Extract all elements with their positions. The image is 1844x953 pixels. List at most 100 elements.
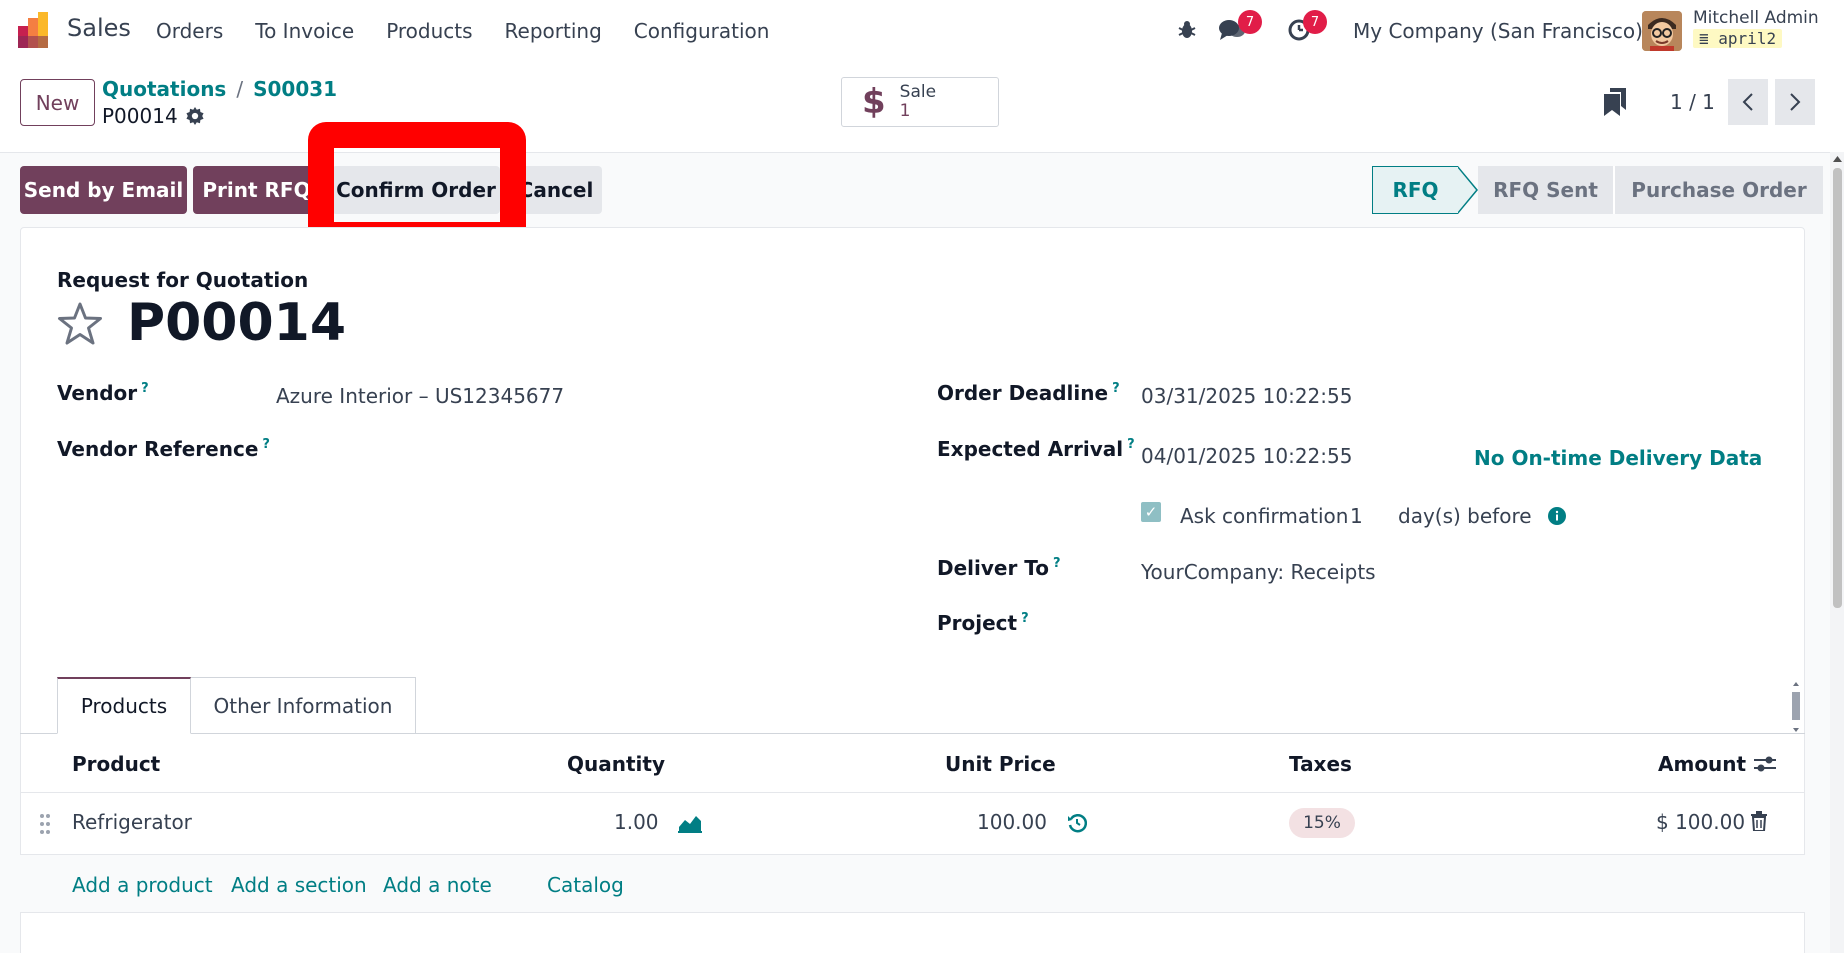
document-name: P00014 [127, 293, 347, 353]
sale-smart-button[interactable]: $ Sale 1 [841, 77, 999, 127]
dollar-icon: $ [862, 82, 886, 122]
days-before-label: day(s) before [1398, 504, 1532, 528]
menu-reporting[interactable]: Reporting [505, 19, 602, 43]
vendor-reference-label: Vendor Reference? [57, 437, 270, 461]
info-icon[interactable] [1548, 507, 1566, 525]
cell-quantity[interactable]: 1.00 [614, 810, 659, 834]
on-time-delivery-link[interactable]: No On-time Delivery Data [1474, 446, 1762, 470]
tax-badge[interactable]: 15% [1289, 808, 1355, 838]
ask-confirmation-checkbox[interactable]: ✓ [1141, 502, 1161, 522]
scroll-up-arrow-icon[interactable] [1833, 155, 1842, 163]
database-name: april2 [1718, 29, 1777, 48]
help-mark[interactable]: ? [1127, 437, 1135, 452]
stage-rfq-arrow [1457, 166, 1478, 214]
cell-product[interactable]: Refrigerator [72, 810, 192, 834]
drag-handle-icon[interactable] [39, 813, 51, 835]
smart-button-label: Sale [899, 82, 937, 102]
ask-confirmation-days-field[interactable]: 1 [1350, 504, 1363, 528]
column-product[interactable]: Product [72, 752, 160, 776]
gear-icon[interactable] [186, 107, 204, 125]
chevron-left-icon [1742, 93, 1753, 111]
company-switcher[interactable]: My Company (San Francisco) [1353, 19, 1643, 43]
stage-rfq-sent[interactable]: RFQ Sent [1478, 166, 1613, 214]
expected-arrival-label-text: Expected Arrival [937, 437, 1124, 461]
column-taxes[interactable]: Taxes [1289, 752, 1352, 776]
menu-configuration[interactable]: Configuration [634, 19, 770, 43]
add-row-divider [20, 912, 1805, 913]
app-name[interactable]: Sales [67, 14, 131, 42]
tab-other-information[interactable]: Other Information [191, 677, 416, 734]
header-divider [20, 792, 1805, 793]
breadcrumb: Quotations / S00031 [102, 77, 337, 101]
order-deadline-label-text: Order Deadline [937, 381, 1109, 405]
record-name-text: P00014 [102, 104, 178, 128]
vendor-label: Vendor? [57, 381, 149, 405]
breadcrumb-separator: / [236, 77, 244, 101]
form-title: Request for Quotation [57, 268, 309, 292]
order-deadline-label: Order Deadline? [937, 381, 1120, 405]
history-icon[interactable] [1067, 813, 1087, 833]
optional-columns-icon[interactable] [1754, 754, 1776, 774]
database-icon: ≣ [1699, 29, 1709, 48]
column-amount[interactable]: Amount [1658, 752, 1746, 776]
new-button[interactable]: New [20, 79, 95, 126]
menu-orders[interactable]: Orders [156, 19, 223, 43]
help-mark[interactable]: ? [1112, 381, 1120, 396]
chevron-right-icon [1790, 93, 1801, 111]
column-quantity[interactable]: Quantity [567, 752, 665, 776]
user-name[interactable]: Mitchell Admin [1693, 8, 1819, 28]
vendor-reference-field[interactable] [276, 428, 876, 462]
pager-next-button[interactable] [1775, 79, 1815, 125]
deliver-to-field[interactable]: YourCompany: Receipts [1141, 560, 1376, 584]
pager-previous-button[interactable] [1728, 79, 1768, 125]
breadcrumb-order[interactable]: S00031 [253, 77, 337, 101]
help-mark[interactable]: ? [1021, 611, 1029, 626]
print-rfq-button[interactable]: Print RFQ [193, 166, 320, 214]
stage-rfq[interactable]: RFQ [1372, 166, 1458, 214]
deliver-to-label: Deliver To? [937, 556, 1061, 580]
activities-count-badge: 7 [1303, 10, 1327, 34]
cell-amount: $ 100.00 [1656, 810, 1746, 834]
page-scroll-thumb[interactable] [1833, 168, 1842, 608]
menu-to-invoice[interactable]: To Invoice [255, 19, 354, 43]
database-badge: ≣ april2 [1693, 29, 1783, 48]
column-unit-price[interactable]: Unit Price [945, 752, 1056, 776]
user-avatar[interactable] [1642, 11, 1682, 51]
status-bar: RFQ RFQ Sent Purchase Order [1372, 166, 1823, 214]
help-mark[interactable]: ? [262, 437, 270, 452]
bookmark-icon[interactable] [1604, 88, 1626, 116]
order-deadline-field[interactable]: 03/31/2025 10:22:55 [1141, 384, 1352, 408]
deliver-to-label-text: Deliver To [937, 556, 1050, 580]
trash-icon[interactable] [1751, 811, 1767, 831]
vendor-field[interactable]: Azure Interior – US12345677 [276, 384, 564, 408]
main-menu: Orders To Invoice Products Reporting Con… [156, 19, 801, 43]
add-note-link[interactable]: Add a note [383, 873, 492, 897]
catalog-link[interactable]: Catalog [547, 873, 624, 897]
sales-app-icon[interactable] [18, 12, 54, 48]
record-name: P00014 [102, 104, 204, 128]
star-icon[interactable] [57, 302, 103, 346]
add-product-link[interactable]: Add a product [72, 873, 213, 897]
tab-scroll-indicator[interactable] [1790, 680, 1802, 734]
breadcrumb-quotations[interactable]: Quotations [102, 77, 226, 101]
top-navbar: Sales Orders To Invoice Products Reporti… [0, 0, 1844, 60]
ask-confirmation-label: Ask confirmation [1180, 504, 1349, 528]
forecast-chart-icon[interactable] [678, 813, 702, 833]
expected-arrival-field[interactable]: 04/01/2025 10:22:55 [1141, 444, 1352, 468]
smart-button-value: 1 [899, 101, 911, 121]
messages-count-badge: 7 [1238, 10, 1262, 34]
project-label-text: Project [937, 611, 1018, 635]
add-section-link[interactable]: Add a section [231, 873, 367, 897]
stage-purchase-order[interactable]: Purchase Order [1613, 166, 1823, 214]
debug-bug-icon[interactable] [1173, 16, 1201, 44]
pager-value[interactable]: 1 / 1 [1670, 90, 1715, 114]
vendor-label-text: Vendor [57, 381, 138, 405]
tab-products[interactable]: Products [57, 677, 191, 734]
send-by-email-button[interactable]: Send by Email [20, 166, 187, 214]
help-mark[interactable]: ? [1053, 556, 1061, 571]
help-mark[interactable]: ? [141, 381, 149, 396]
cell-unit-price[interactable]: 100.00 [977, 810, 1047, 834]
project-field[interactable] [1141, 604, 1741, 638]
expected-arrival-label: Expected Arrival? [937, 437, 1135, 461]
menu-products[interactable]: Products [386, 19, 472, 43]
